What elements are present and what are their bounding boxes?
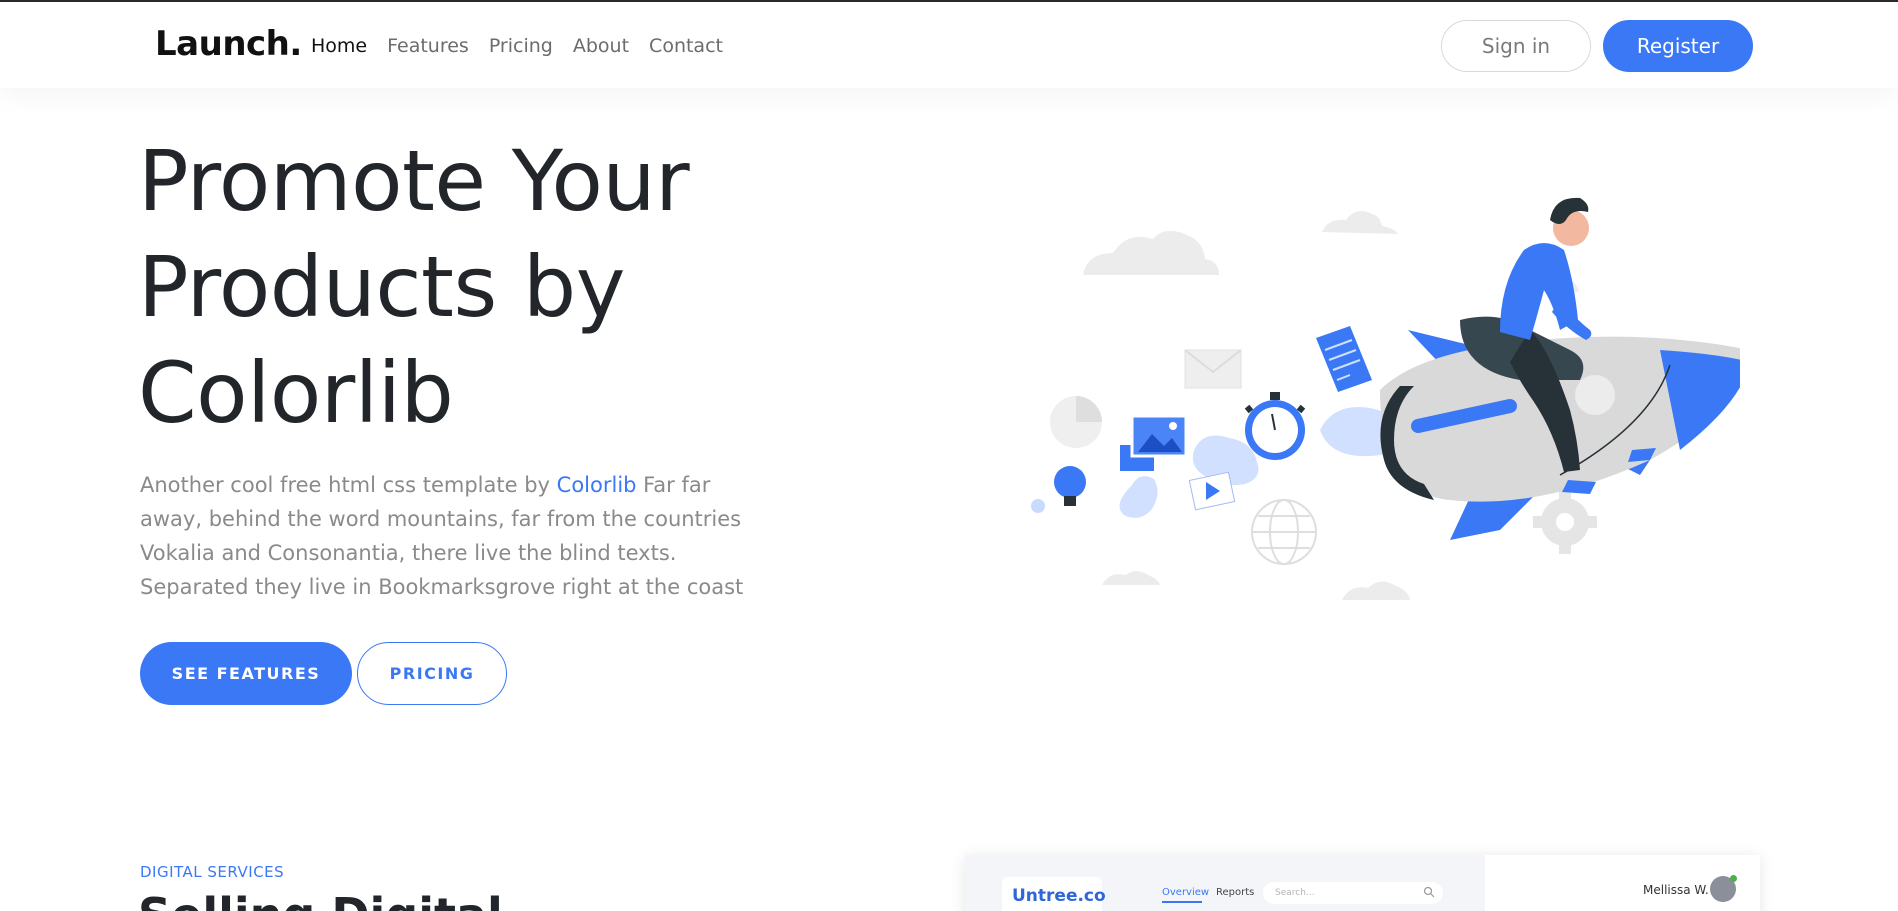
section-label: DIGITAL SERVICES bbox=[140, 863, 285, 881]
dashboard-tab-overview: Overview bbox=[1162, 887, 1210, 898]
dashboard-search: Search... bbox=[1263, 882, 1443, 904]
image-icon bbox=[1120, 414, 1188, 471]
hero-title-line-2: Products by bbox=[138, 238, 625, 336]
lightbulb-icon bbox=[1031, 466, 1086, 513]
nav-link-pricing[interactable]: Pricing bbox=[489, 34, 553, 58]
nav-link-about[interactable]: About bbox=[573, 34, 629, 58]
dashboard-logo: Untree.co bbox=[1012, 886, 1106, 906]
navbar: Launch. Home Features Pricing About Cont… bbox=[0, 2, 1898, 88]
envelope-icon bbox=[1184, 349, 1242, 389]
sign-in-button[interactable]: Sign in bbox=[1441, 20, 1591, 72]
nav-link-home[interactable]: Home bbox=[311, 34, 367, 58]
colorlib-link[interactable]: Colorlib bbox=[557, 473, 637, 497]
see-features-button[interactable]: SEE FEATURES bbox=[140, 642, 352, 705]
search-icon bbox=[1423, 886, 1435, 898]
register-button[interactable]: Register bbox=[1603, 20, 1753, 72]
hero-title-line-1: Promote Your bbox=[138, 132, 690, 230]
hero-description: Another cool free html css template by C… bbox=[140, 468, 760, 604]
section-title: Selling Digital bbox=[138, 888, 503, 911]
hero-text-start: Another cool free html css template by bbox=[140, 473, 557, 497]
main-nav: Home Features Pricing About Contact bbox=[311, 34, 743, 58]
rocket-man-illustration bbox=[1031, 197, 1740, 600]
pie-chart-icon bbox=[1050, 396, 1102, 448]
globe-icon bbox=[1251, 499, 1317, 565]
hero-title-line-3: Colorlib bbox=[138, 344, 454, 442]
brand-logo[interactable]: Launch. bbox=[155, 24, 302, 64]
play-icon bbox=[1188, 471, 1236, 511]
document-icon bbox=[1316, 326, 1372, 392]
gear-icon bbox=[1533, 490, 1597, 554]
pricing-button[interactable]: PRICING bbox=[357, 642, 507, 705]
nav-link-contact[interactable]: Contact bbox=[649, 34, 723, 58]
nav-link-features[interactable]: Features bbox=[387, 34, 469, 58]
dashboard-tab-underline bbox=[1162, 901, 1202, 903]
online-status-dot bbox=[1730, 875, 1737, 882]
stopwatch-icon bbox=[1244, 392, 1306, 460]
dashboard-preview: Untree.co Overview Reports Search... Mel… bbox=[965, 855, 1760, 911]
dashboard-tab-reports: Reports bbox=[1216, 887, 1255, 898]
dashboard-user-name: Mellissa W. bbox=[1643, 883, 1709, 897]
hero-title: Promote Your Products by Colorlib bbox=[138, 128, 778, 446]
